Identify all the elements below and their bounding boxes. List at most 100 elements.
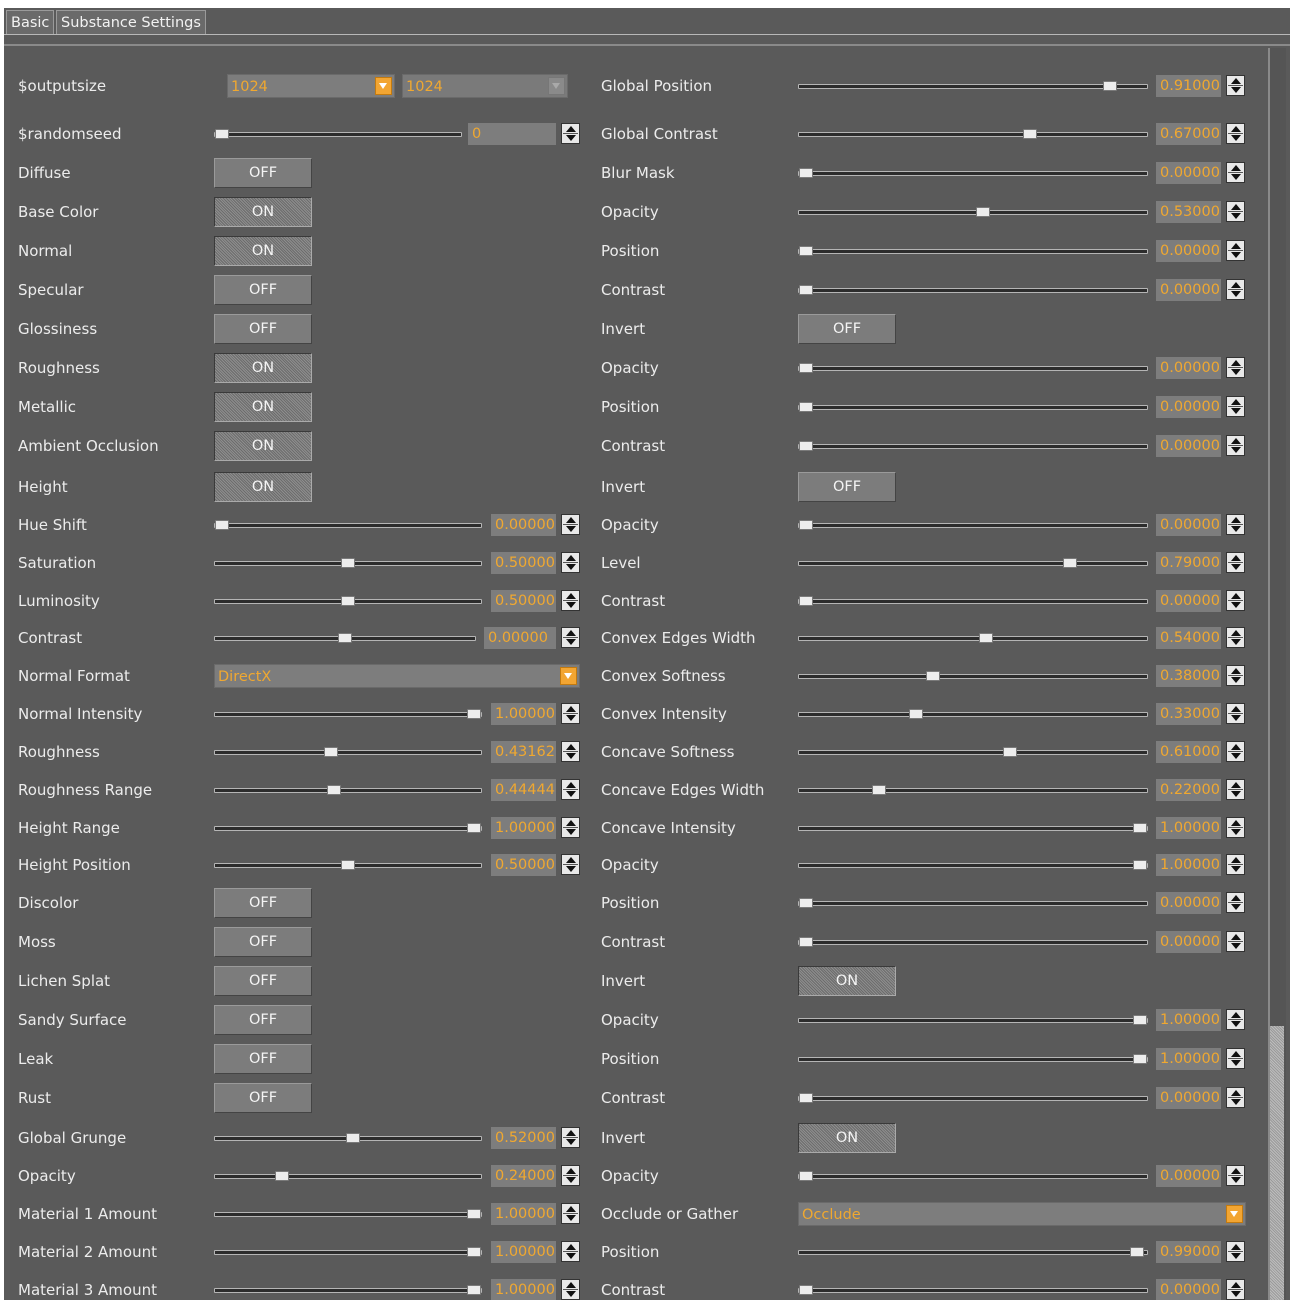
opacity-slider-track[interactable] — [798, 366, 1148, 371]
discolor-toggle[interactable]: OFF — [214, 888, 312, 918]
normal-intensity-slider-thumb[interactable] — [467, 709, 481, 719]
contrast-slider-track[interactable] — [798, 599, 1148, 604]
material-3-amount-value-field[interactable]: 1.00000 — [491, 1279, 556, 1300]
contrast-spinner-icon[interactable] — [1226, 1279, 1245, 1300]
roughness-range-value-field[interactable]: 0.44444 — [491, 779, 556, 801]
material-3-amount-slider-thumb[interactable] — [467, 1285, 481, 1295]
convex-edges-width-slider-track[interactable] — [798, 636, 1148, 641]
position-value-field[interactable]: 0.00000 — [1156, 396, 1221, 418]
contrast-slider-thumb[interactable] — [799, 1093, 813, 1103]
opacity-slider-thumb[interactable] — [275, 1171, 290, 1181]
invert-toggle[interactable]: OFF — [798, 472, 896, 502]
contrast-slider-thumb[interactable] — [799, 285, 813, 295]
position-spinner-icon[interactable] — [1226, 1241, 1245, 1262]
convex-edges-width-slider-thumb[interactable] — [979, 633, 994, 643]
position-slider-thumb[interactable] — [799, 246, 813, 256]
opacity-spinner-icon[interactable] — [1226, 1009, 1245, 1030]
invert-toggle[interactable]: OFF — [798, 314, 896, 344]
blur-mask-slider-track[interactable] — [798, 171, 1148, 176]
position-value-field[interactable]: 0.00000 — [1156, 892, 1221, 914]
position-spinner-icon[interactable] — [1226, 892, 1245, 913]
hue-shift-spinner-icon[interactable] — [561, 514, 580, 535]
blur-mask-spinner-icon[interactable] — [1226, 162, 1245, 183]
concave-softness-spinner-icon[interactable] — [1226, 741, 1245, 762]
contrast-slider-thumb[interactable] — [799, 596, 813, 606]
level-slider-track[interactable] — [798, 561, 1148, 566]
opacity-slider-thumb[interactable] — [799, 1171, 813, 1181]
global-contrast-slider-track[interactable] — [798, 132, 1148, 137]
randomseed-spinner-icon[interactable] — [561, 123, 580, 144]
contrast-slider-track[interactable] — [798, 1096, 1148, 1101]
saturation-slider-thumb[interactable] — [341, 558, 355, 568]
contrast-value-field[interactable]: 0.00000 — [1156, 590, 1221, 612]
height-toggle[interactable]: ON — [214, 472, 312, 502]
opacity-value-field[interactable]: 1.00000 — [1156, 1009, 1221, 1031]
opacity-slider-track[interactable] — [798, 523, 1148, 528]
position-slider-track[interactable] — [798, 405, 1148, 410]
opacity-spinner-icon[interactable] — [561, 1165, 580, 1186]
contrast-value-field[interactable]: 0.00000 — [1156, 931, 1221, 953]
height-range-slider-track[interactable] — [214, 826, 482, 831]
position-value-field[interactable]: 0.99000 — [1156, 1241, 1221, 1263]
roughness-value-field[interactable]: 0.43162 — [491, 741, 556, 763]
invert-toggle[interactable]: ON — [798, 1123, 896, 1153]
saturation-value-field[interactable]: 0.50000 — [491, 552, 556, 574]
opacity-value-field[interactable]: 0.53000 — [1156, 201, 1221, 223]
global-position-spinner-icon[interactable] — [1226, 75, 1245, 96]
global-position-slider-track[interactable] — [798, 84, 1148, 89]
level-slider-thumb[interactable] — [1062, 558, 1077, 568]
opacity-slider-track[interactable] — [798, 210, 1148, 215]
roughness-range-slider-thumb[interactable] — [326, 785, 341, 795]
concave-softness-slider-track[interactable] — [798, 750, 1148, 755]
opacity-slider-track[interactable] — [798, 1174, 1148, 1179]
diffuse-toggle[interactable]: OFF — [214, 158, 312, 188]
chevron-down-icon[interactable] — [548, 77, 565, 95]
roughness-slider-track[interactable] — [214, 750, 482, 755]
global-position-value-field[interactable]: 0.91000 — [1156, 75, 1221, 97]
material-3-amount-slider-track[interactable] — [214, 1288, 482, 1293]
roughness-toggle[interactable]: ON — [214, 353, 312, 383]
roughness-range-spinner-icon[interactable] — [561, 779, 580, 800]
contrast-spinner-icon[interactable] — [1226, 931, 1245, 952]
normal-intensity-value-field[interactable]: 1.00000 — [491, 703, 556, 725]
height-range-slider-thumb[interactable] — [467, 823, 481, 833]
contrast-slider-track[interactable] — [798, 1288, 1148, 1293]
contrast-spinner-icon[interactable] — [561, 627, 580, 648]
position-value-field[interactable]: 1.00000 — [1156, 1048, 1221, 1070]
contrast-slider-thumb[interactable] — [799, 937, 813, 947]
contrast-value-field[interactable]: 0.00000 — [484, 627, 556, 649]
tab-basic[interactable]: Basic — [6, 10, 55, 34]
randomseed-slider-track[interactable] — [214, 132, 462, 137]
global-contrast-spinner-icon[interactable] — [1226, 123, 1245, 144]
tab-substance-settings[interactable]: Substance Settings — [56, 10, 206, 34]
opacity-value-field[interactable]: 0.24000 — [491, 1165, 556, 1187]
concave-edges-width-slider-track[interactable] — [798, 788, 1148, 793]
chevron-down-icon[interactable] — [375, 77, 392, 95]
height-range-spinner-icon[interactable] — [561, 817, 580, 838]
rust-toggle[interactable]: OFF — [214, 1083, 312, 1113]
invert-toggle[interactable]: ON — [798, 966, 896, 996]
contrast-slider-thumb[interactable] — [338, 633, 352, 643]
opacity-value-field[interactable]: 0.00000 — [1156, 357, 1221, 379]
convex-softness-slider-track[interactable] — [798, 674, 1148, 679]
opacity-slider-track[interactable] — [798, 1018, 1148, 1023]
hue-shift-slider-thumb[interactable] — [215, 520, 229, 530]
roughness-slider-thumb[interactable] — [323, 747, 338, 757]
concave-intensity-slider-thumb[interactable] — [1133, 823, 1147, 833]
ambient-occlusion-toggle[interactable]: ON — [214, 431, 312, 461]
hue-shift-value-field[interactable]: 0.00000 — [491, 514, 556, 536]
concave-intensity-spinner-icon[interactable] — [1226, 817, 1245, 838]
height-range-value-field[interactable]: 1.00000 — [491, 817, 556, 839]
metallic-toggle[interactable]: ON — [214, 392, 312, 422]
convex-intensity-slider-track[interactable] — [798, 712, 1148, 717]
normal-toggle[interactable]: ON — [214, 236, 312, 266]
height-position-slider-thumb[interactable] — [341, 860, 355, 870]
opacity-spinner-icon[interactable] — [1226, 357, 1245, 378]
outputsize-width-dropdown[interactable]: 1024 — [227, 74, 395, 98]
luminosity-spinner-icon[interactable] — [561, 590, 580, 611]
moss-toggle[interactable]: OFF — [214, 927, 312, 957]
material-1-amount-value-field[interactable]: 1.00000 — [491, 1203, 556, 1225]
material-2-amount-slider-track[interactable] — [214, 1250, 482, 1255]
position-slider-track[interactable] — [798, 901, 1148, 906]
convex-softness-slider-thumb[interactable] — [925, 671, 940, 681]
